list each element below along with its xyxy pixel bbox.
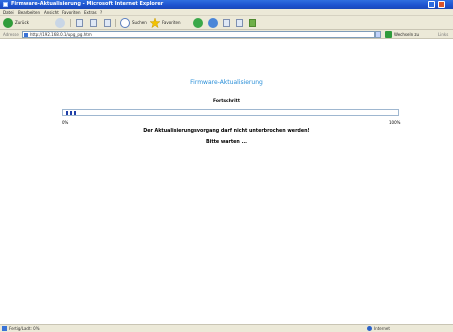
toolbar: Zurück Suchen Favoriten [0,16,453,30]
menu-tools[interactable]: Extras [84,10,97,15]
progress-fill [66,111,336,115]
print-icon[interactable] [236,19,243,27]
progress-block [66,111,68,115]
progress-block [74,111,76,115]
menu-edit[interactable]: Bearbeiten [18,10,40,15]
search-icon[interactable] [120,18,130,28]
status-bar: Fertig/Ladt: 0% Internet [0,324,453,332]
window-title: Firmware-Aktualisierung - Microsoft Inte… [11,1,164,7]
menu-favorites[interactable]: Favoriten [62,10,81,15]
warning-message: Der Aktualisierungsvorgang darf nicht un… [143,129,310,134]
toolbar-separator [70,19,71,27]
menu-bar: Datei Bearbeiten Ansicht Favoriten Extra… [0,9,453,16]
page-icon [24,33,28,37]
progress-min-label: 0% [62,120,69,125]
messenger-icon[interactable] [249,19,256,27]
address-bar: Adresse http://192.168.0.1/upg_pg.htm We… [0,30,453,39]
minimize-button[interactable] [428,1,435,8]
status-page-icon [2,326,7,331]
refresh-icon[interactable] [90,19,97,27]
progress-max-label: 100% [389,120,401,125]
ie-icon [3,2,8,7]
address-url[interactable]: http://192.168.0.1/upg_pg.htm [30,32,92,37]
title-bar: Firmware-Aktualisierung - Microsoft Inte… [0,0,453,9]
history-icon[interactable] [208,18,218,28]
toolbar-separator [115,19,116,27]
menu-file[interactable]: Datei [3,10,14,15]
stop-icon[interactable] [76,19,83,27]
progress-block [70,111,72,115]
progress-bar [62,109,399,116]
address-label: Adresse [3,32,19,37]
home-icon[interactable] [104,19,111,27]
address-dropdown-button[interactable] [375,31,381,38]
back-label[interactable]: Zurück [15,20,29,25]
search-label[interactable]: Suchen [132,20,147,25]
back-arrow-icon[interactable] [3,18,13,28]
status-text: Fertig/Ladt: 0% [9,326,40,331]
page-title: Firmware-Aktualisierung [190,79,263,86]
address-input[interactable]: http://192.168.0.1/upg_pg.htm [22,31,375,38]
close-button[interactable] [438,1,445,8]
forward-arrow-icon[interactable] [55,18,65,28]
menu-help[interactable]: ? [100,10,102,15]
favorites-star-icon[interactable] [150,18,160,28]
links-button[interactable]: Links [438,32,448,37]
security-zone: Internet [374,326,390,331]
progress-label: Fortschritt [213,99,240,104]
internet-zone-icon [367,326,372,331]
page-content: Firmware-Aktualisierung Fortschritt 0% 1… [0,39,453,324]
menu-view[interactable]: Ansicht [44,10,59,15]
wait-message: Bitte warten ... [206,140,247,145]
favorites-label[interactable]: Favoriten [162,20,181,25]
mail-icon[interactable] [223,19,230,27]
go-button[interactable]: Wechseln zu [394,32,419,37]
go-arrow-icon[interactable] [385,31,392,38]
media-icon[interactable] [193,18,203,28]
